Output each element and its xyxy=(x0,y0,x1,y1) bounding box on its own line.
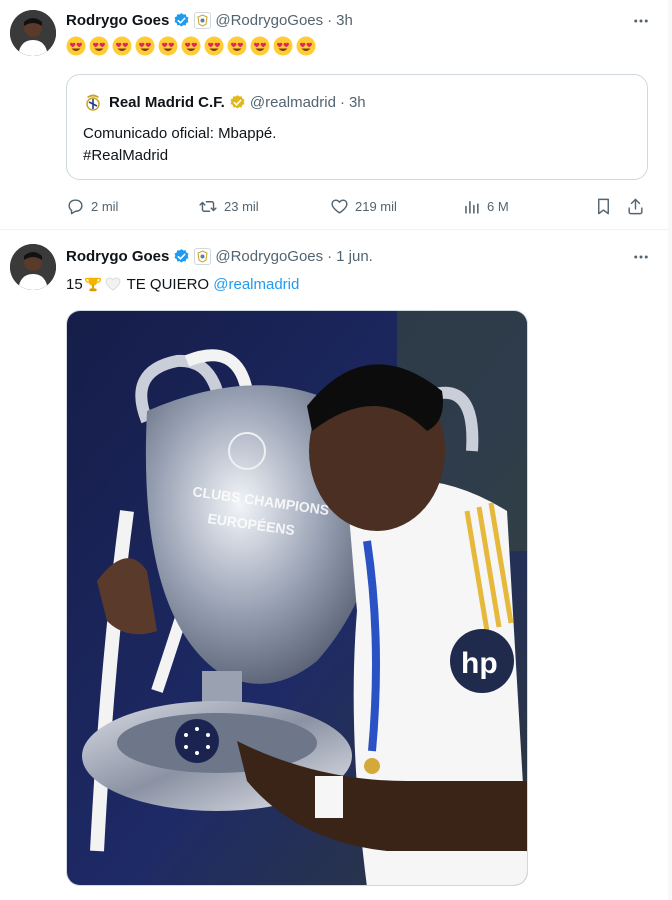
white-heart-icon xyxy=(104,275,122,293)
tweet-photo[interactable]: CLUBS CHAMPIONS EUROPÉENS hp xyxy=(66,310,528,886)
avatar[interactable] xyxy=(10,244,56,290)
quoted-tweet-text: Comunicado oficial: Mbappé. #RealMadrid xyxy=(83,123,276,167)
sponsor-logo-text: hp xyxy=(461,647,498,680)
author-name[interactable]: Rodrygo Goes xyxy=(66,12,169,29)
heart-eyes-emoji-icon xyxy=(66,36,86,56)
views-button[interactable]: 6 M xyxy=(462,192,509,220)
tweet-1[interactable]: Rodrygo Goes @RodrygoGoes · 3h Real Madr… xyxy=(0,0,672,230)
avatar[interactable] xyxy=(10,10,56,56)
more-options-button[interactable] xyxy=(630,246,652,268)
gold-verified-badge-icon xyxy=(229,94,246,111)
separator-dot: · xyxy=(339,93,345,111)
mention-link[interactable]: @realmadrid xyxy=(213,276,299,293)
separator-dot: · xyxy=(327,247,333,265)
tweet-text: 15 TE QUIERO @realmadrid xyxy=(66,273,299,295)
like-button[interactable]: 219 mil xyxy=(330,192,397,220)
like-count: 219 mil xyxy=(355,198,397,214)
title-count: 15 xyxy=(66,275,83,293)
views-chart-icon xyxy=(465,200,479,214)
affiliation-crest-icon[interactable] xyxy=(194,247,212,265)
share-icon xyxy=(628,198,643,214)
timestamp[interactable]: 3h xyxy=(336,12,353,29)
heart-eyes-emoji-icon xyxy=(158,36,178,56)
tweet-actions-bar: 2 mil 23 mil 219 mil 6 M xyxy=(66,192,656,220)
retweet-count: 23 mil xyxy=(224,198,259,214)
quoted-timestamp[interactable]: 3h xyxy=(349,94,366,111)
author-name[interactable]: Rodrygo Goes xyxy=(66,248,169,265)
trophy-icon xyxy=(84,275,102,293)
heart-eyes-emoji-icon xyxy=(296,36,316,56)
heart-eyes-emoji-icon xyxy=(181,36,201,56)
more-icon xyxy=(634,255,648,259)
heart-eyes-emoji-icon xyxy=(250,36,270,56)
heart-icon xyxy=(331,198,348,214)
tweet-body-text: TE QUIERO xyxy=(122,275,214,293)
quoted-text-line-1: Comunicado oficial: Mbappé. xyxy=(83,125,277,142)
real-madrid-crest-icon[interactable] xyxy=(83,92,103,112)
separator-dot: · xyxy=(327,11,333,29)
author-handle[interactable]: @RodrygoGoes xyxy=(215,12,323,29)
quoted-hashtag[interactable]: #RealMadrid xyxy=(83,145,276,167)
bookmark-icon xyxy=(598,198,609,214)
tweet-header: Rodrygo Goes @RodrygoGoes · 3h xyxy=(66,9,353,31)
share-button[interactable] xyxy=(626,192,651,220)
tweet-text-emoji-row xyxy=(66,36,316,56)
retweet-button[interactable]: 23 mil xyxy=(198,192,259,220)
quoted-author-name[interactable]: Real Madrid C.F. xyxy=(109,94,225,111)
heart-eyes-emoji-icon xyxy=(273,36,293,56)
verified-badge-icon xyxy=(173,248,190,265)
more-options-button[interactable] xyxy=(630,10,652,32)
quoted-tweet[interactable]: Real Madrid C.F. @realmadrid · 3h Comuni… xyxy=(66,74,648,180)
retweet-icon xyxy=(199,200,217,212)
heart-eyes-emoji-icon xyxy=(204,36,224,56)
timestamp[interactable]: 1 jun. xyxy=(336,248,373,265)
tweet-header: Rodrygo Goes @RodrygoGoes · 1 jun. xyxy=(66,245,373,267)
views-count: 6 M xyxy=(487,198,509,214)
heart-eyes-emoji-icon xyxy=(112,36,132,56)
reply-button[interactable]: 2 mil xyxy=(66,192,118,220)
reply-icon xyxy=(68,198,83,214)
verified-badge-icon xyxy=(173,12,190,29)
scrollbar[interactable] xyxy=(668,0,672,900)
bookmark-button[interactable] xyxy=(594,192,619,220)
heart-eyes-emoji-icon xyxy=(135,36,155,56)
affiliation-crest-icon[interactable] xyxy=(194,11,212,29)
author-handle[interactable]: @RodrygoGoes xyxy=(215,248,323,265)
heart-eyes-emoji-icon xyxy=(89,36,109,56)
quoted-author-handle[interactable]: @realmadrid xyxy=(250,94,336,111)
reply-count: 2 mil xyxy=(91,198,119,214)
tweet-2[interactable]: Rodrygo Goes @RodrygoGoes · 1 jun. 15 TE… xyxy=(0,231,672,900)
quoted-tweet-header: Real Madrid C.F. @realmadrid · 3h xyxy=(83,91,366,113)
more-icon xyxy=(634,19,648,23)
heart-eyes-emoji-icon xyxy=(227,36,247,56)
